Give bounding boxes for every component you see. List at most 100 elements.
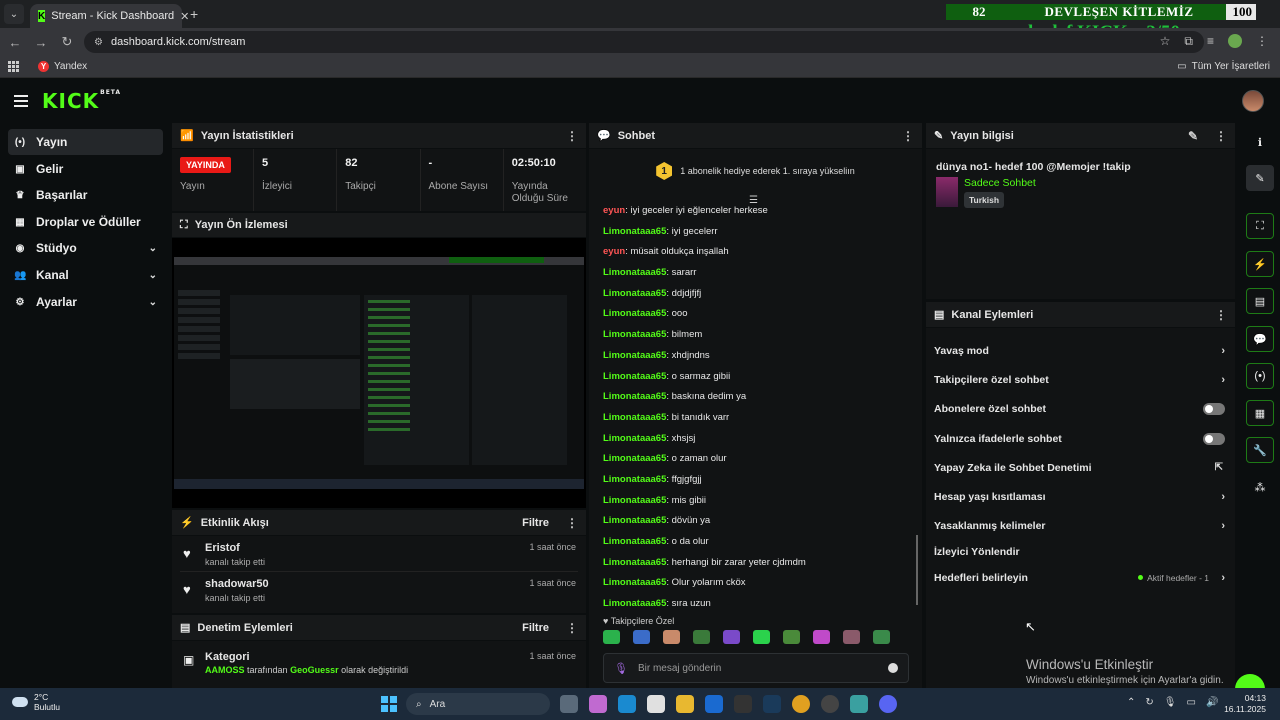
edge-icon[interactable] xyxy=(618,695,636,713)
emote-icon[interactable] xyxy=(723,630,740,644)
menu-icon[interactable] xyxy=(14,95,28,107)
moderation-toggle-icon[interactable]: ▤ xyxy=(1246,288,1274,314)
edit-icon[interactable]: ✎ xyxy=(1188,129,1198,143)
browser-tab[interactable]: K Stream - Kick Dashboard ✕ xyxy=(30,4,189,28)
discord-icon[interactable] xyxy=(879,695,897,713)
close-tab-icon[interactable]: ✕ xyxy=(180,10,189,23)
apps-grid-icon[interactable] xyxy=(8,60,20,73)
emote-icon[interactable] xyxy=(663,630,680,644)
preview-toggle-icon[interactable]: ⛶ xyxy=(1246,213,1274,239)
chat-username[interactable]: Limonataaa65 xyxy=(603,536,666,547)
new-tab-icon[interactable]: + xyxy=(190,6,198,22)
chat-username[interactable]: Limonataaa65 xyxy=(603,308,666,319)
edit-info-icon[interactable]: ✎ xyxy=(1246,165,1274,191)
emote-icon[interactable] xyxy=(813,630,830,644)
chat-username[interactable]: Limonataaa65 xyxy=(603,288,666,299)
chat-username[interactable]: Limonataaa65 xyxy=(603,433,666,444)
more-icon[interactable]: ⋮ xyxy=(1215,308,1227,322)
chat-toggle-icon[interactable]: 💬 xyxy=(1246,326,1274,352)
category-name[interactable]: Sadece Sohbet xyxy=(964,177,1036,189)
moderation-user[interactable]: AAMOSS xyxy=(205,665,245,675)
more-icon[interactable]: ⋮ xyxy=(566,621,578,635)
widgets-icon[interactable]: ⁂ xyxy=(1246,474,1274,500)
chevron-up-icon[interactable]: ⌃ xyxy=(1127,697,1135,708)
chat-username[interactable]: eyun xyxy=(603,246,625,257)
filter-button[interactable]: Filtre xyxy=(522,517,549,529)
more-icon[interactable]: ⋮ xyxy=(566,129,578,143)
windows-start-icon[interactable] xyxy=(381,696,397,712)
display-icon[interactable]: ▭ xyxy=(1186,697,1195,708)
back-icon[interactable]: ← xyxy=(4,35,26,50)
sidebar-item-settings[interactable]: ⚙ Ayarlar ⌄ xyxy=(8,289,163,315)
mic-icon[interactable]: 🎙 xyxy=(1164,697,1177,708)
sidebar-item-drops[interactable]: ▦ Droplar ve Ödüller xyxy=(8,209,163,235)
extensions-icon[interactable]: ⧉ xyxy=(1184,34,1193,49)
folder-icon[interactable] xyxy=(676,695,694,713)
forward-icon[interactable]: → xyxy=(30,35,52,50)
user-avatar[interactable] xyxy=(1242,90,1264,112)
browser-menu-icon[interactable]: ⋮ xyxy=(1256,34,1268,49)
emote-icon[interactable] xyxy=(693,630,710,644)
info-icon[interactable]: ℹ xyxy=(1246,129,1274,155)
chat-username[interactable]: Limonataaa65 xyxy=(603,371,666,382)
action-banned-words[interactable]: Yasaklanmış kelimeler › xyxy=(926,512,1235,541)
chat-username[interactable]: Limonataaa65 xyxy=(603,226,666,237)
reload-icon[interactable]: ↻ xyxy=(56,34,78,50)
reading-list-icon[interactable]: ≡ xyxy=(1207,34,1214,49)
chat-username[interactable]: Limonataaa65 xyxy=(603,453,666,464)
chat-username[interactable]: Limonataaa65 xyxy=(603,391,666,402)
feed-user[interactable]: Eristof xyxy=(205,542,240,554)
store-icon[interactable] xyxy=(647,695,665,713)
emote-icon[interactable] xyxy=(783,630,800,644)
filter-button[interactable]: Filtre xyxy=(522,622,549,634)
chat-username[interactable]: Limonataaa65 xyxy=(603,577,666,588)
all-bookmarks[interactable]: ▭ Tüm Yer İşaretleri xyxy=(1177,61,1270,72)
emote-icon[interactable] xyxy=(633,630,650,644)
gift-sub-banner[interactable]: 1 1 abonelik hediye ederek 1. sıraya yük… xyxy=(589,149,922,193)
more-icon[interactable]: ⋮ xyxy=(902,129,914,143)
volume-icon[interactable]: 🔊 xyxy=(1206,697,1218,708)
tab-search-button[interactable]: ⌄ xyxy=(4,4,24,24)
chat-username[interactable]: Limonataaa65 xyxy=(603,412,666,423)
more-icon[interactable]: ⋮ xyxy=(1215,129,1227,143)
outlook-icon[interactable] xyxy=(705,695,723,713)
emote-icon[interactable] xyxy=(603,630,620,644)
emote-icon[interactable] xyxy=(873,630,890,644)
url-field[interactable]: ⚙ dashboard.kick.com/stream xyxy=(84,31,1204,53)
sidebar-item-achievements[interactable]: ♛ Başarılar xyxy=(8,182,163,208)
sidebar-item-channel[interactable]: 👥 Kanal ⌄ xyxy=(8,262,163,288)
steam-icon[interactable] xyxy=(763,695,781,713)
chat-username[interactable]: Limonataaa65 xyxy=(603,515,666,526)
epic-games-icon[interactable] xyxy=(734,695,752,713)
site-info-icon[interactable]: ⚙ xyxy=(94,37,103,48)
feed-user[interactable]: shadowar50 xyxy=(205,578,269,590)
bookmark-star-icon[interactable]: ☆ xyxy=(1160,34,1171,49)
action-raid[interactable]: İzleyici Yönlendir xyxy=(926,541,1235,563)
emotes-only-toggle[interactable] xyxy=(1203,432,1225,445)
wrench-icon[interactable]: 🔧 xyxy=(1246,437,1274,463)
copilot-icon[interactable] xyxy=(589,695,607,713)
profile-avatar[interactable] xyxy=(1228,34,1242,48)
chat-username[interactable]: Limonataaa65 xyxy=(603,474,666,485)
chat-scrollbar[interactable] xyxy=(916,535,918,605)
chrome-icon[interactable] xyxy=(792,695,810,713)
kick-logo[interactable]: KICKBETA xyxy=(42,89,121,113)
emote-icon[interactable] xyxy=(753,630,770,644)
chat-username[interactable]: Limonataaa65 xyxy=(603,557,666,568)
microphone-icon[interactable]: 🎙 xyxy=(614,662,628,675)
bookmark-yandex[interactable]: Y Yandex xyxy=(38,61,87,72)
action-ai-moderation[interactable]: Yapay Zeka ile Sohbet Denetimi ⇱ xyxy=(926,453,1235,482)
stream-preview-video[interactable] xyxy=(172,238,586,508)
chat-input[interactable]: 🎙 Bir mesaj gönderin xyxy=(603,653,909,683)
more-icon[interactable]: ⋮ xyxy=(566,516,578,530)
emoji-icon[interactable] xyxy=(888,663,898,673)
weather-widget[interactable]: 2°C Bulutlu xyxy=(12,692,60,712)
broadcast-toggle-icon[interactable]: (•) xyxy=(1246,363,1274,389)
action-set-goals[interactable]: Hedefleri belirleyin Aktif hedefler - 1 … xyxy=(926,563,1235,592)
task-view-icon[interactable] xyxy=(560,695,578,713)
action-followers-only[interactable]: Takipçilere özel sohbet › xyxy=(926,365,1235,394)
sync-icon[interactable]: ↻ xyxy=(1145,697,1153,708)
action-account-age[interactable]: Hesap yaşı kısıtlaması › xyxy=(926,482,1235,511)
emote-icon[interactable] xyxy=(843,630,860,644)
activity-toggle-icon[interactable]: ⚡ xyxy=(1246,251,1274,277)
